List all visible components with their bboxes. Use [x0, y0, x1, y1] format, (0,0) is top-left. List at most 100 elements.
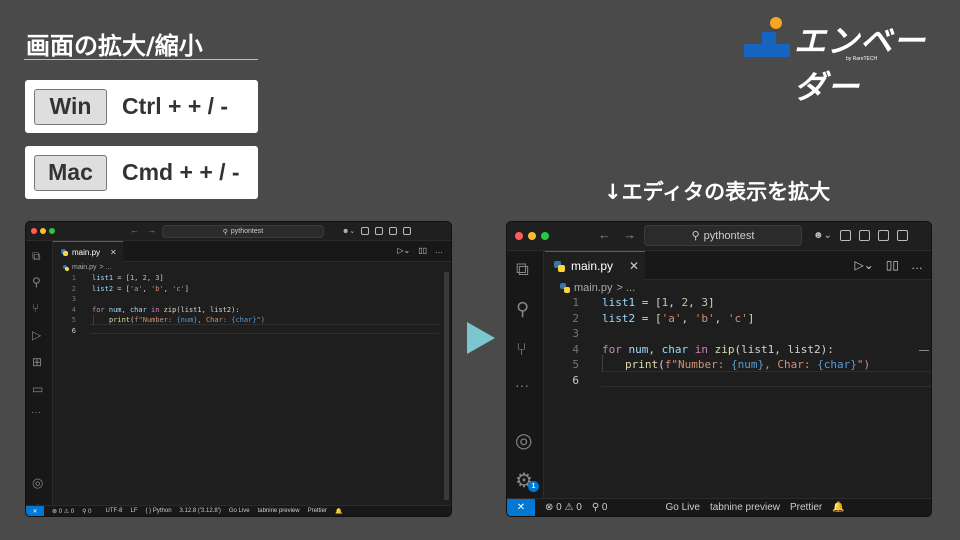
problems-status[interactable]: ⊗ 0 ⚠ 0: [52, 508, 74, 515]
title-bar-actions: ☻⌄: [342, 227, 412, 235]
copilot-icon[interactable]: ☻⌄: [813, 230, 832, 241]
breadcrumb-file[interactable]: main.py: [72, 264, 97, 271]
tab-main-py[interactable]: main.py ✕: [545, 251, 645, 280]
toggle-sidebar-icon[interactable]: [375, 227, 384, 235]
close-window-button[interactable]: [31, 228, 37, 234]
more-icon[interactable]: ···: [31, 407, 41, 418]
prettier-status[interactable]: Prettier: [308, 508, 327, 514]
line-number: 1: [71, 274, 76, 282]
shortcut-keys-win: Ctrl + + / -: [122, 93, 229, 119]
line-number: 3: [71, 295, 76, 303]
command-center-search[interactable]: ⚲ pythontest: [644, 225, 802, 246]
zoom-window-button[interactable]: [541, 232, 549, 240]
title-bar: ← → ⚲ pythontest ☻⌄: [26, 222, 451, 241]
ports-status[interactable]: ⚲ 0: [82, 508, 91, 515]
forward-arrow-icon[interactable]: →: [147, 225, 156, 235]
logo-text: エンベーダー: [794, 22, 927, 106]
search-icon: ⚲: [222, 228, 228, 236]
toggle-panel-icon[interactable]: [877, 230, 889, 241]
notifications-icon[interactable]: 🔔: [832, 502, 844, 513]
code-editor[interactable]: 1 2 3 4 5 6 list1 = [1, 2, 3] list2 = ['…: [26, 274, 426, 344]
explorer-icon[interactable]: ⧉: [516, 259, 529, 280]
line-number: 5: [71, 316, 76, 324]
more-actions-icon[interactable]: …: [435, 246, 443, 255]
toggle-secondary-sidebar-icon[interactable]: [896, 230, 908, 241]
account-icon[interactable]: ◎: [515, 428, 532, 453]
os-key-win: Win: [34, 88, 107, 125]
breadcrumb-file[interactable]: main.py: [574, 282, 613, 294]
breadcrumb-rest[interactable]: > ...: [100, 264, 112, 271]
vertical-scrollbar[interactable]: [444, 272, 449, 500]
line-number: 2: [572, 311, 579, 325]
nav-arrows: ← →: [598, 227, 636, 242]
python-file-icon: [61, 248, 68, 256]
python-file-icon: [63, 264, 69, 271]
copilot-icon[interactable]: ☻⌄: [342, 227, 355, 235]
forward-arrow-icon[interactable]: →: [623, 227, 636, 242]
tabnine-status[interactable]: tabnine preview: [258, 508, 300, 514]
account-icon[interactable]: ◎: [32, 475, 43, 491]
eol-status[interactable]: LF: [131, 508, 138, 514]
tab-main-py[interactable]: main.py ✕: [53, 241, 123, 262]
problems-status[interactable]: ⊗ 0 ⚠ 0: [545, 502, 582, 513]
code-line-2: list2 = ['a', 'b', 'c']: [602, 311, 755, 325]
title-bar: ← → ⚲ pythontest ☻⌄: [507, 222, 931, 251]
line-number: 1: [572, 296, 579, 309]
notifications-icon[interactable]: 🔔: [335, 508, 342, 515]
close-icon[interactable]: ✕: [110, 248, 117, 257]
layout-icon[interactable]: [839, 230, 851, 241]
page-title: 画面の拡大/縮小: [26, 32, 203, 60]
back-arrow-icon[interactable]: ←: [598, 227, 611, 242]
language-status[interactable]: { } Python: [146, 508, 172, 514]
status-bar: ✕ ⊗ 0 ⚠ 0 ⚲ 0 Go Live tabnine preview Pr…: [507, 498, 931, 516]
command-center-search[interactable]: ⚲ pythontest: [162, 225, 324, 238]
code-line-4: for num, char in zip(list1, list2):: [92, 305, 240, 314]
close-icon[interactable]: ✕: [629, 259, 639, 273]
split-editor-icon[interactable]: ▯▯: [886, 258, 899, 272]
zoom-caption: ↓エディタの表示を拡大: [604, 180, 831, 204]
go-live-status[interactable]: Go Live: [229, 508, 250, 514]
line-number: 4: [71, 305, 76, 314]
tab-label: main.py: [571, 259, 614, 273]
run-icon[interactable]: ▷⌄: [397, 246, 410, 255]
minimize-window-button[interactable]: [40, 228, 46, 234]
search-icon: ⚲: [691, 230, 700, 242]
back-arrow-icon[interactable]: ←: [130, 225, 139, 235]
window-controls: [31, 228, 55, 234]
extensions-icon[interactable]: ⊞: [32, 355, 42, 369]
encoding-status[interactable]: UTF-8: [106, 508, 123, 514]
remote-indicator-icon[interactable]: ✕: [26, 506, 44, 516]
code-editor[interactable]: 1 2 3 4 5 6 list1 = [1, 2, 3] list2 = ['…: [507, 296, 931, 396]
zoom-window-button[interactable]: [49, 228, 55, 234]
run-icon[interactable]: ▷⌄: [854, 258, 873, 272]
layout-icon[interactable]: [361, 227, 370, 235]
prettier-status[interactable]: Prettier: [790, 502, 822, 513]
toggle-sidebar-icon[interactable]: [858, 230, 870, 241]
close-window-button[interactable]: [515, 232, 523, 240]
python-file-icon: [560, 283, 570, 293]
line-number: 2: [71, 284, 76, 293]
more-actions-icon[interactable]: …: [911, 258, 923, 272]
split-editor-icon[interactable]: ▯▯: [418, 246, 427, 255]
toggle-panel-icon[interactable]: [389, 227, 398, 235]
tab-bar: main.py ✕ ▷⌄ ▯▯ …: [53, 241, 451, 262]
go-live-status[interactable]: Go Live: [665, 502, 699, 513]
search-text: pythontest: [230, 228, 264, 235]
remote-explorer-icon[interactable]: ▭: [32, 382, 43, 396]
os-key-mac: Mac: [34, 154, 107, 191]
tab-label: main.py: [72, 247, 101, 257]
ports-status[interactable]: ⚲ 0: [592, 502, 608, 513]
minimize-window-button[interactable]: [528, 232, 536, 240]
logo-subtitle: by RareTECH: [846, 56, 878, 62]
tabnine-status[interactable]: tabnine preview: [710, 502, 780, 513]
toggle-secondary-sidebar-icon[interactable]: [403, 227, 412, 235]
arrow-right-icon: [467, 322, 495, 354]
remote-indicator-icon[interactable]: ✕: [507, 499, 535, 516]
breadcrumb-rest[interactable]: > ...: [617, 282, 636, 294]
shortcut-card-win: Win Ctrl + + / -: [25, 80, 258, 133]
interpreter-status[interactable]: 3.12.8 ('3.12.8'): [180, 508, 221, 514]
editor-actions: ▷⌄ ▯▯ …: [854, 258, 923, 272]
code-line-5: print(f"Number: {num}, Char: {char}"): [109, 316, 265, 324]
python-file-icon: [554, 260, 565, 272]
explorer-icon[interactable]: ⧉: [32, 249, 41, 264]
